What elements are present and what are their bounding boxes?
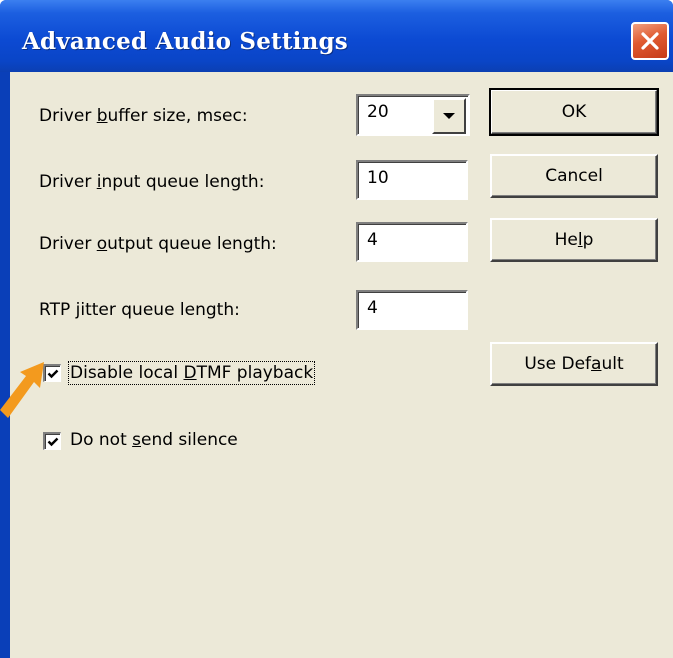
cancel-button-label: Cancel bbox=[545, 166, 603, 186]
ok-button-label: OK bbox=[561, 102, 587, 122]
no-silence-checkbox[interactable] bbox=[43, 432, 61, 450]
output-queue-field[interactable]: 4 bbox=[356, 222, 468, 262]
input-queue-value: 10 bbox=[367, 168, 389, 188]
title-bar[interactable]: Advanced Audio Settings bbox=[0, 0, 673, 72]
advanced-audio-settings-dialog: Advanced Audio Settings Driver buffer si… bbox=[0, 0, 673, 658]
input-queue-label: Driver input queue length: bbox=[39, 172, 265, 192]
checkmark-icon bbox=[47, 437, 58, 446]
output-queue-value: 4 bbox=[367, 230, 378, 250]
dialog-title: Advanced Audio Settings bbox=[22, 28, 348, 55]
help-button[interactable]: Help bbox=[490, 218, 658, 262]
jitter-queue-label: RTP jitter queue length: bbox=[39, 300, 240, 320]
buffer-size-label: Driver buffer size, msec: bbox=[39, 106, 248, 126]
no-silence-label[interactable]: Do not send silence bbox=[70, 430, 238, 450]
close-button[interactable] bbox=[631, 22, 669, 60]
buffer-size-combobox[interactable]: 20 bbox=[356, 94, 470, 136]
use-default-button[interactable]: Use Default bbox=[490, 342, 658, 386]
ok-button[interactable]: OK bbox=[489, 88, 659, 136]
jitter-queue-field[interactable]: 4 bbox=[356, 290, 468, 330]
input-queue-field[interactable]: 10 bbox=[356, 160, 468, 200]
dropdown-arrow-icon bbox=[443, 113, 455, 119]
disable-dtmf-label[interactable]: Disable local DTMF playback bbox=[67, 361, 316, 385]
close-x-icon bbox=[641, 32, 659, 50]
help-button-label: Help bbox=[554, 230, 594, 250]
buffer-size-dropdown-button[interactable] bbox=[432, 98, 466, 134]
pointer-arrow-icon bbox=[0, 362, 44, 418]
output-queue-label: Driver output queue length: bbox=[39, 234, 277, 254]
jitter-queue-value: 4 bbox=[367, 298, 378, 318]
buffer-size-value: 20 bbox=[367, 102, 389, 122]
use-default-button-label: Use Default bbox=[524, 354, 624, 374]
cancel-button[interactable]: Cancel bbox=[490, 154, 658, 198]
dialog-body: Driver buffer size, msec: 20 Driver inpu… bbox=[10, 72, 673, 658]
